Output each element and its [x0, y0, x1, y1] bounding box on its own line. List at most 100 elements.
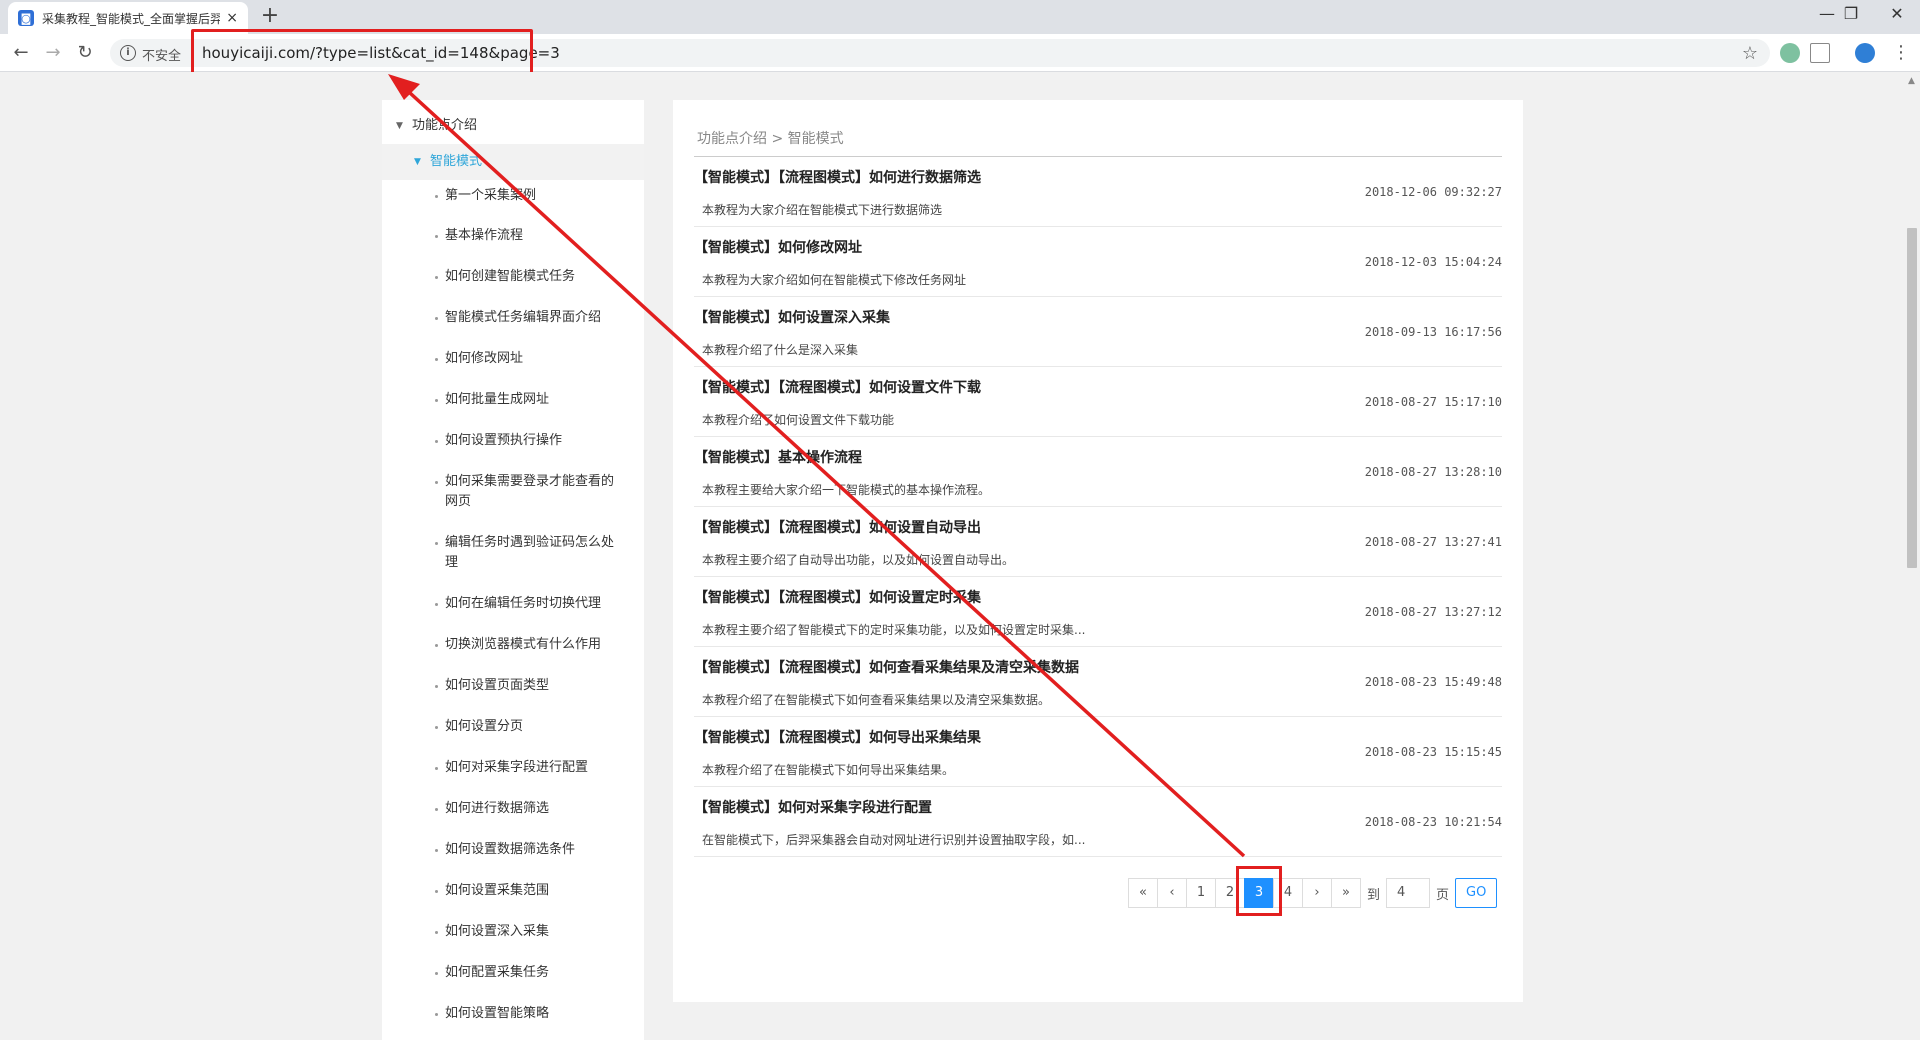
- profile-avatar-icon[interactable]: [1855, 43, 1875, 63]
- restore-icon[interactable]: ❐: [1828, 0, 1874, 30]
- sidebar-item[interactable]: 编辑任务时遇到验证码怎么处理: [382, 533, 644, 573]
- category-sidebar: ▼ 功能点介绍 ▼ 智能模式 第一个采集案例 基本操作流程 如何创建智能模式任务…: [382, 100, 644, 1040]
- sidebar-item-label: 如何设置预执行操作: [445, 433, 563, 448]
- article-desc: 本教程主要介绍了智能模式下的定时采集功能，以及如何设置定时采集...: [702, 623, 1086, 637]
- sidebar-item[interactable]: 如何设置智能策略: [382, 1004, 644, 1024]
- reload-icon[interactable]: ↻: [72, 40, 98, 66]
- article-date: 2018-08-23 15:15:45: [1364, 745, 1502, 759]
- article-row[interactable]: 【智能模式】如何修改网址 2018-12-03 15:04:24 本教程为大家介…: [694, 227, 1502, 297]
- sidebar-item[interactable]: 基本操作流程: [382, 226, 644, 246]
- prev-page-button[interactable]: ‹: [1157, 878, 1187, 908]
- sidebar-item[interactable]: 如何修改网址: [382, 349, 644, 369]
- sidebar-active-item[interactable]: ▼ 智能模式: [382, 144, 644, 180]
- sidebar-item[interactable]: 如何设置预执行操作: [382, 431, 644, 451]
- new-tab-button[interactable]: +: [258, 4, 282, 28]
- sidebar-item-label: 如何设置智能策略: [445, 1006, 550, 1021]
- article-desc: 本教程介绍了如何设置文件下载功能: [702, 413, 895, 427]
- next-page-button[interactable]: ›: [1302, 878, 1332, 908]
- sidebar-item[interactable]: 如何设置采集范围: [382, 881, 644, 901]
- bullet-dot: [435, 808, 438, 811]
- article-title[interactable]: 【智能模式】【流程图模式】如何进行数据筛选: [694, 167, 981, 187]
- sidebar-item[interactable]: 如何对采集字段进行配置: [382, 758, 644, 778]
- article-title[interactable]: 【智能模式】【流程图模式】如何设置文件下载: [694, 377, 981, 397]
- breadcrumb[interactable]: 功能点介绍 > 智能模式: [697, 128, 844, 148]
- bullet-dot: [435, 603, 438, 606]
- bullet-dot: [435, 644, 438, 647]
- info-icon[interactable]: i: [120, 45, 136, 61]
- sidebar-item-label: 基本操作流程: [445, 228, 524, 243]
- sidebar-item-label: 如何创建智能模式任务: [445, 269, 576, 284]
- article-row[interactable]: 【智能模式】【流程图模式】如何设置自动导出 2018-08-27 13:27:4…: [694, 507, 1502, 577]
- sidebar-item[interactable]: 如何配置采集任务: [382, 963, 644, 983]
- bullet-dot: [435, 317, 438, 320]
- bullet-dot: [435, 1013, 438, 1016]
- sidebar-item-label: 如何设置采集范围: [445, 883, 550, 898]
- article-title[interactable]: 【智能模式】基本操作流程: [694, 447, 862, 467]
- sidebar-item[interactable]: 切换浏览器模式有什么作用: [382, 635, 644, 655]
- goto-page-input[interactable]: 4: [1386, 878, 1431, 908]
- article-row[interactable]: 【智能模式】【流程图模式】如何设置定时采集 2018-08-27 13:27:1…: [694, 577, 1502, 647]
- forward-arrow-icon[interactable]: →: [40, 40, 66, 66]
- site-favicon-icon: ◙: [18, 10, 34, 26]
- sidebar-item[interactable]: 如何创建智能模式任务: [382, 267, 644, 287]
- menu-dots-icon[interactable]: ⋮: [1888, 40, 1914, 66]
- sidebar-item-label: 如何设置页面类型: [445, 678, 550, 693]
- article-date: 2018-08-27 15:17:10: [1364, 395, 1502, 409]
- first-page-button[interactable]: «: [1128, 878, 1158, 908]
- bookmark-star-icon[interactable]: ☆: [1742, 43, 1758, 64]
- sidebar-item[interactable]: 第一个采集案例: [382, 186, 644, 206]
- article-title[interactable]: 【智能模式】【流程图模式】如何导出采集结果: [694, 727, 981, 747]
- extension-document-icon[interactable]: [1810, 43, 1830, 63]
- back-arrow-icon[interactable]: ←: [8, 40, 34, 66]
- bullet-dot: [435, 972, 438, 975]
- article-row[interactable]: 【智能模式】如何设置深入采集 2018-09-13 16:17:56 本教程介绍…: [694, 297, 1502, 367]
- sidebar-item-label: 切换浏览器模式有什么作用: [445, 637, 602, 652]
- article-row[interactable]: 【智能模式】【流程图模式】如何查看采集结果及清空采集数据 2018-08-23 …: [694, 647, 1502, 717]
- page-scrollbar[interactable]: ▲: [1904, 72, 1920, 1040]
- sidebar-item[interactable]: 如何设置数据筛选条件: [382, 840, 644, 860]
- bullet-dot: [435, 481, 438, 484]
- bullet-dot: [435, 726, 438, 729]
- pagination: « ‹ 1 2 3 4 › » 到 4 页 GO: [1128, 878, 1498, 908]
- sidebar-item[interactable]: 如何采集需要登录才能查看的网页: [382, 472, 644, 512]
- sidebar-item-label: 如何在编辑任务时切换代理: [445, 596, 602, 611]
- extension-circle-icon[interactable]: [1780, 43, 1800, 63]
- sidebar-item-label: 如何采集需要登录才能查看的网页: [445, 474, 615, 509]
- article-title[interactable]: 【智能模式】【流程图模式】如何设置自动导出: [694, 517, 981, 537]
- sidebar-item-label: 如何设置深入采集: [445, 924, 550, 939]
- sidebar-parent-item[interactable]: ▼ 功能点介绍: [382, 108, 644, 144]
- scroll-thumb[interactable]: [1907, 228, 1917, 568]
- article-title[interactable]: 【智能模式】如何设置深入采集: [694, 307, 890, 327]
- sidebar-item[interactable]: 如何设置页面类型: [382, 676, 644, 696]
- sidebar-item[interactable]: 如何进行数据筛选: [382, 799, 644, 819]
- sidebar-item[interactable]: 如何在编辑任务时切换代理: [382, 594, 644, 614]
- article-row[interactable]: 【智能模式】【流程图模式】如何进行数据筛选 2018-12-06 09:32:2…: [694, 157, 1502, 227]
- window-close-icon[interactable]: ✕: [1874, 0, 1920, 30]
- last-page-button[interactable]: »: [1331, 878, 1361, 908]
- sidebar-item[interactable]: 如何批量生成网址: [382, 390, 644, 410]
- insecure-label[interactable]: 不安全: [142, 45, 181, 64]
- article-title[interactable]: 【智能模式】【流程图模式】如何查看采集结果及清空采集数据: [694, 657, 1079, 677]
- article-title[interactable]: 【智能模式】如何对采集字段进行配置: [694, 797, 932, 817]
- bullet-dot: [435, 399, 438, 402]
- article-row[interactable]: 【智能模式】基本操作流程 2018-08-27 13:28:10 本教程主要给大…: [694, 437, 1502, 507]
- article-date: 2018-08-27 13:28:10: [1364, 465, 1502, 479]
- article-date: 2018-12-06 09:32:27: [1364, 185, 1502, 199]
- tab-close-icon[interactable]: ×: [226, 10, 238, 26]
- article-title[interactable]: 【智能模式】如何修改网址: [694, 237, 862, 257]
- article-row[interactable]: 【智能模式】如何对采集字段进行配置 2018-08-23 10:21:54 在智…: [694, 787, 1502, 857]
- sidebar-item[interactable]: 如何设置分页: [382, 717, 644, 737]
- article-title[interactable]: 【智能模式】【流程图模式】如何设置定时采集: [694, 587, 981, 607]
- article-row[interactable]: 【智能模式】【流程图模式】如何设置文件下载 2018-08-27 15:17:1…: [694, 367, 1502, 437]
- page-button-1[interactable]: 1: [1186, 878, 1216, 908]
- sidebar-item-label: 第一个采集案例: [445, 188, 537, 203]
- article-list-panel: 功能点介绍 > 智能模式 【智能模式】【流程图模式】如何进行数据筛选 2018-…: [673, 100, 1523, 1002]
- article-desc: 本教程介绍了在智能模式下如何导出采集结果。: [702, 763, 955, 777]
- sidebar-item[interactable]: 智能模式任务编辑界面介绍: [382, 308, 644, 328]
- article-desc: 本教程为大家介绍如何在智能模式下修改任务网址: [702, 273, 967, 287]
- url-highlight-box: [191, 29, 533, 77]
- scroll-up-icon[interactable]: ▲: [1908, 76, 1915, 86]
- article-row[interactable]: 【智能模式】【流程图模式】如何导出采集结果 2018-08-23 15:15:4…: [694, 717, 1502, 787]
- sidebar-item[interactable]: 如何设置深入采集: [382, 922, 644, 942]
- go-button[interactable]: GO: [1455, 878, 1498, 908]
